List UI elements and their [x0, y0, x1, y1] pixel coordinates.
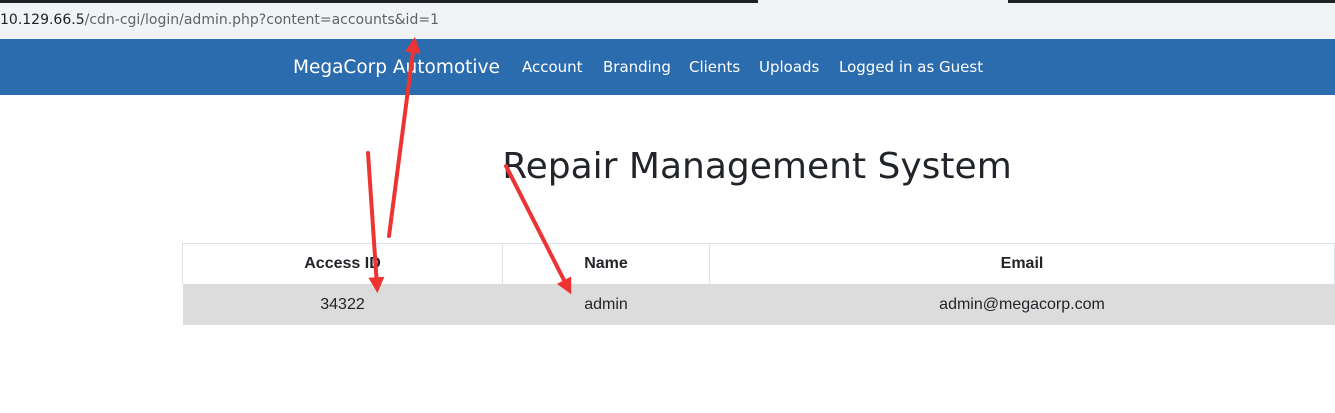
column-header-access-id: Access ID — [182, 243, 503, 284]
cell-name: admin — [502, 284, 710, 325]
cell-access-id: 34322 — [182, 284, 503, 325]
url-text[interactable]: 10.129.66.5/cdn-cgi/login/admin.php?cont… — [0, 9, 439, 31]
url-host: 10.129.66.5 — [0, 12, 85, 28]
active-tab[interactable] — [758, 0, 1008, 3]
nav-item-logged-in-user[interactable]: Logged in as Guest — [839, 39, 983, 95]
browser-page: 10.129.66.5/cdn-cgi/login/admin.php?cont… — [0, 0, 1335, 413]
table-row: 34322 admin admin@megacorp.com — [182, 284, 1335, 325]
tab-strip — [0, 0, 1335, 3]
nav-item-account[interactable]: Account — [522, 39, 583, 95]
nav-item-uploads[interactable]: Uploads — [759, 39, 819, 95]
address-bar[interactable]: 10.129.66.5/cdn-cgi/login/admin.php?cont… — [0, 0, 1335, 39]
cell-email: admin@megacorp.com — [709, 284, 1335, 325]
column-header-name: Name — [502, 243, 710, 284]
accounts-table: Access ID Name Email 34322 admin admin@m… — [182, 243, 1335, 325]
navbar: MegaCorp Automotive Account Branding Cli… — [0, 39, 1335, 95]
page-title: Repair Management System — [502, 146, 1012, 187]
url-path: /cdn-cgi/login/admin.php?content=account… — [84, 12, 439, 28]
nav-item-clients[interactable]: Clients — [689, 39, 740, 95]
column-header-email: Email — [709, 243, 1335, 284]
nav-item-branding[interactable]: Branding — [603, 39, 671, 95]
navbar-brand[interactable]: MegaCorp Automotive — [293, 39, 500, 95]
table-header-row: Access ID Name Email — [182, 243, 1335, 284]
